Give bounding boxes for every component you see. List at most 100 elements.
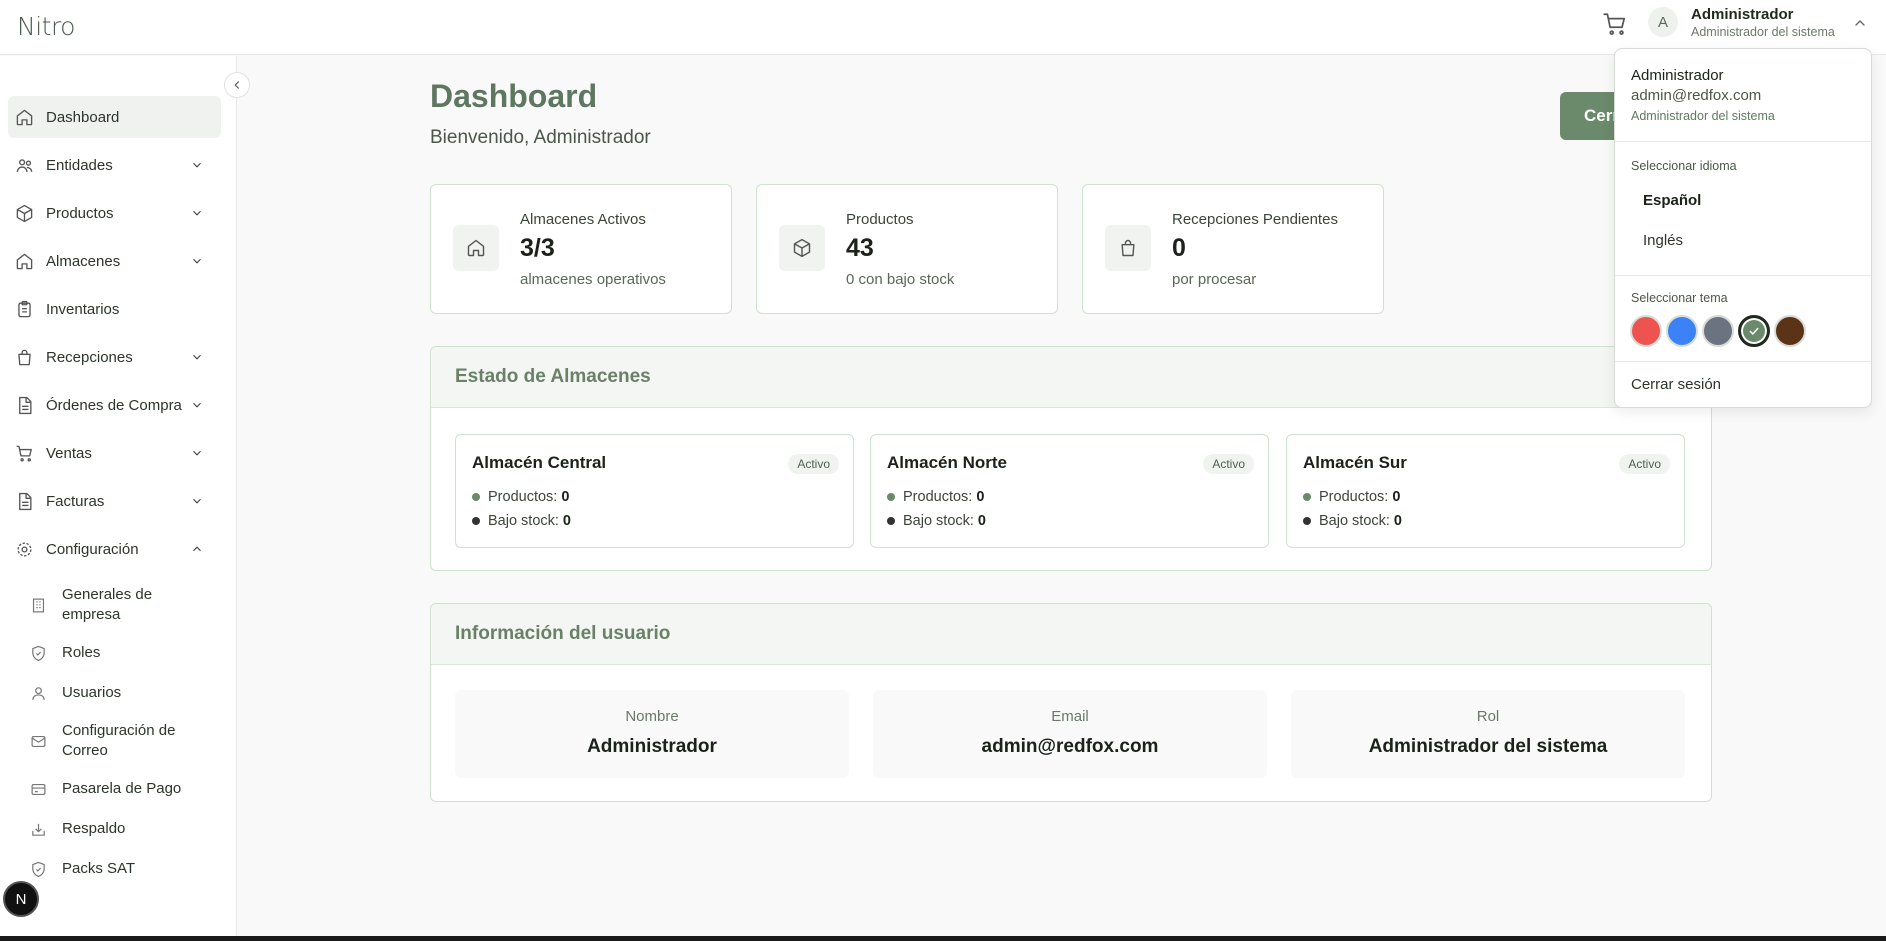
sidebar-subitem-pasarela-de-pago[interactable]: Pasarela de Pago <box>28 778 218 800</box>
stat-value: 43 <box>846 234 874 262</box>
warehouse-low-stock-row: Bajo stock: 0 <box>887 513 986 529</box>
sidebar-subitem-respaldo[interactable]: Respaldo <box>28 818 218 840</box>
page-subtitle: Bienvenido, Administrador <box>430 127 651 148</box>
users-icon <box>16 158 33 172</box>
sidebar-subitem-configuracion-de-correo[interactable]: Configuración de Correo <box>28 720 218 762</box>
theme-swatch-blue[interactable] <box>1666 315 1698 347</box>
warehouse-card[interactable]: Almacén Norte Activo Productos: 0 Bajo st… <box>870 434 1269 548</box>
user-info-card-email: Email admin@redfox.com <box>873 690 1267 778</box>
sidebar-item-label: Packs SAT <box>62 860 136 877</box>
language-option-ingles[interactable]: Inglés <box>1643 232 1683 249</box>
stat-value: 0 <box>1172 234 1186 262</box>
divider <box>1615 275 1871 276</box>
stat-title: Almacenes Activos <box>520 211 646 228</box>
sidebar-subitem-usuarios[interactable]: Usuarios <box>28 682 218 704</box>
products-label: Productos: <box>1319 489 1389 505</box>
sidebar-item-label: Configuración de Correo <box>62 722 176 759</box>
low-stock-value: 0 <box>1393 513 1402 529</box>
avatar[interactable]: A <box>1648 7 1678 37</box>
chevron-down-icon <box>193 498 201 504</box>
sidebar-item-ordenes-de-compra[interactable]: Órdenes de Compra <box>8 384 221 426</box>
header-user-name[interactable]: Administrador <box>1691 6 1794 23</box>
sidebar-item-productos[interactable]: Productos <box>8 192 221 234</box>
clipboard-icon <box>18 300 31 317</box>
sidebar-item-entidades[interactable]: Entidades <box>8 144 221 186</box>
sidebar: Dashboard Entidades Productos Almacenes … <box>0 56 237 936</box>
cart-icon[interactable] <box>1602 11 1628 37</box>
bag-icon <box>18 349 31 365</box>
sidebar-item-label: Almacenes <box>46 252 121 270</box>
theme-swatch-red[interactable] <box>1630 315 1662 347</box>
products-value: 0 <box>561 489 570 505</box>
chevron-up-icon[interactable] <box>1852 15 1868 31</box>
user-info-value: Administrador del sistema <box>1368 736 1608 757</box>
bottom-bar <box>0 936 1886 941</box>
chevron-down-icon <box>193 210 201 216</box>
warehouse-products-row: Productos: 0 <box>472 489 569 505</box>
sidebar-item-label: Generales de empresa <box>62 586 153 623</box>
page-title: Dashboard <box>430 78 598 114</box>
low-stock-label: Bajo stock: <box>903 513 974 529</box>
products-label: Productos: <box>488 489 558 505</box>
theme-swatch-sage[interactable] <box>1738 315 1770 347</box>
language-option-espanol[interactable]: Español <box>1643 192 1701 209</box>
sidebar-item-label: Facturas <box>46 492 105 510</box>
sidebar-item-label: Configuración <box>46 540 139 558</box>
user-icon <box>32 686 45 700</box>
sidebar-item-label: Órdenes de Compra <box>46 396 182 414</box>
box-icon <box>779 225 825 271</box>
mail-icon <box>31 735 46 747</box>
sidebar-item-configuracion[interactable]: Configuración <box>8 528 221 570</box>
warehouse-low-stock-row: Bajo stock: 0 <box>1303 513 1402 529</box>
language-label: Seleccionar idioma <box>1631 159 1737 173</box>
sidebar-item-ventas[interactable]: Ventas <box>8 432 221 474</box>
home-icon <box>453 225 499 271</box>
dev-badge[interactable]: N <box>3 881 39 917</box>
user-info-label: Rol <box>1476 708 1500 725</box>
sidebar-subitem-roles[interactable]: Roles <box>28 642 218 664</box>
theme-swatch-brown[interactable] <box>1774 315 1806 347</box>
stat-value: 3/3 <box>520 234 555 262</box>
warehouse-card[interactable]: Almacén Sur Activo Productos: 0 Bajo stoc… <box>1286 434 1685 548</box>
divider <box>1615 361 1871 362</box>
warehouse-name: Almacén Central <box>472 453 607 472</box>
user-info-card-role: Rol Administrador del sistema <box>1291 690 1685 778</box>
building-icon <box>32 598 45 612</box>
sidebar-item-label: Recepciones <box>46 348 133 366</box>
sidebar-item-facturas[interactable]: Facturas <box>8 480 221 522</box>
sidebar-item-dashboard[interactable]: Dashboard <box>8 96 221 138</box>
sidebar-item-recepciones[interactable]: Recepciones <box>8 336 221 378</box>
stat-note: por procesar <box>1172 271 1257 288</box>
stat-card-recepciones: Recepciones Pendientes 0 por procesar <box>1082 184 1384 314</box>
sidebar-item-label: Productos <box>46 204 114 222</box>
dropdown-user-name: Administrador <box>1631 67 1724 84</box>
sidebar-item-almacenes[interactable]: Almacenes <box>8 240 221 282</box>
warehouse-products-row: Productos: 0 <box>1303 489 1400 505</box>
sidebar-item-label: Entidades <box>46 156 113 174</box>
warehouse-card[interactable]: Almacén Central Activo Productos: 0 Bajo … <box>455 434 854 548</box>
chevron-down-icon <box>193 354 201 360</box>
sidebar-subitem-generales-de-empresa[interactable]: Generales de empresa <box>28 584 218 626</box>
top-bar: Nitro A Administrador Administrador del … <box>0 0 1886 55</box>
warehouse-name: Almacén Norte <box>887 453 1007 472</box>
chevron-left-icon <box>234 81 240 89</box>
invoice-icon <box>19 492 32 510</box>
app-logo[interactable]: Nitro <box>17 12 75 41</box>
logout-button[interactable]: Cerrar sesión <box>1631 376 1721 393</box>
credit-card-icon <box>31 783 46 795</box>
low-stock-label: Bajo stock: <box>1319 513 1390 529</box>
stat-title: Productos <box>846 211 914 228</box>
chevron-up-icon <box>193 546 201 552</box>
stat-card-almacenes: Almacenes Activos 3/3 almacenes operativ… <box>430 184 732 314</box>
stat-title: Recepciones Pendientes <box>1172 211 1338 228</box>
status-badge: Activo <box>788 454 839 474</box>
sidebar-collapse-button[interactable] <box>224 72 250 98</box>
theme-swatch-slate[interactable] <box>1702 315 1734 347</box>
sidebar-item-inventarios[interactable]: Inventarios <box>8 288 221 330</box>
user-info-value: admin@redfox.com <box>981 736 1159 757</box>
stat-note: almacenes operativos <box>520 271 666 288</box>
sidebar-subitem-packs-sat[interactable]: Packs SAT <box>28 858 218 880</box>
dropdown-user-email: admin@redfox.com <box>1631 87 1762 104</box>
user-menu-dropdown: Administrador admin@redfox.com Administr… <box>1614 48 1872 408</box>
warehouse-name: Almacén Sur <box>1303 453 1407 472</box>
